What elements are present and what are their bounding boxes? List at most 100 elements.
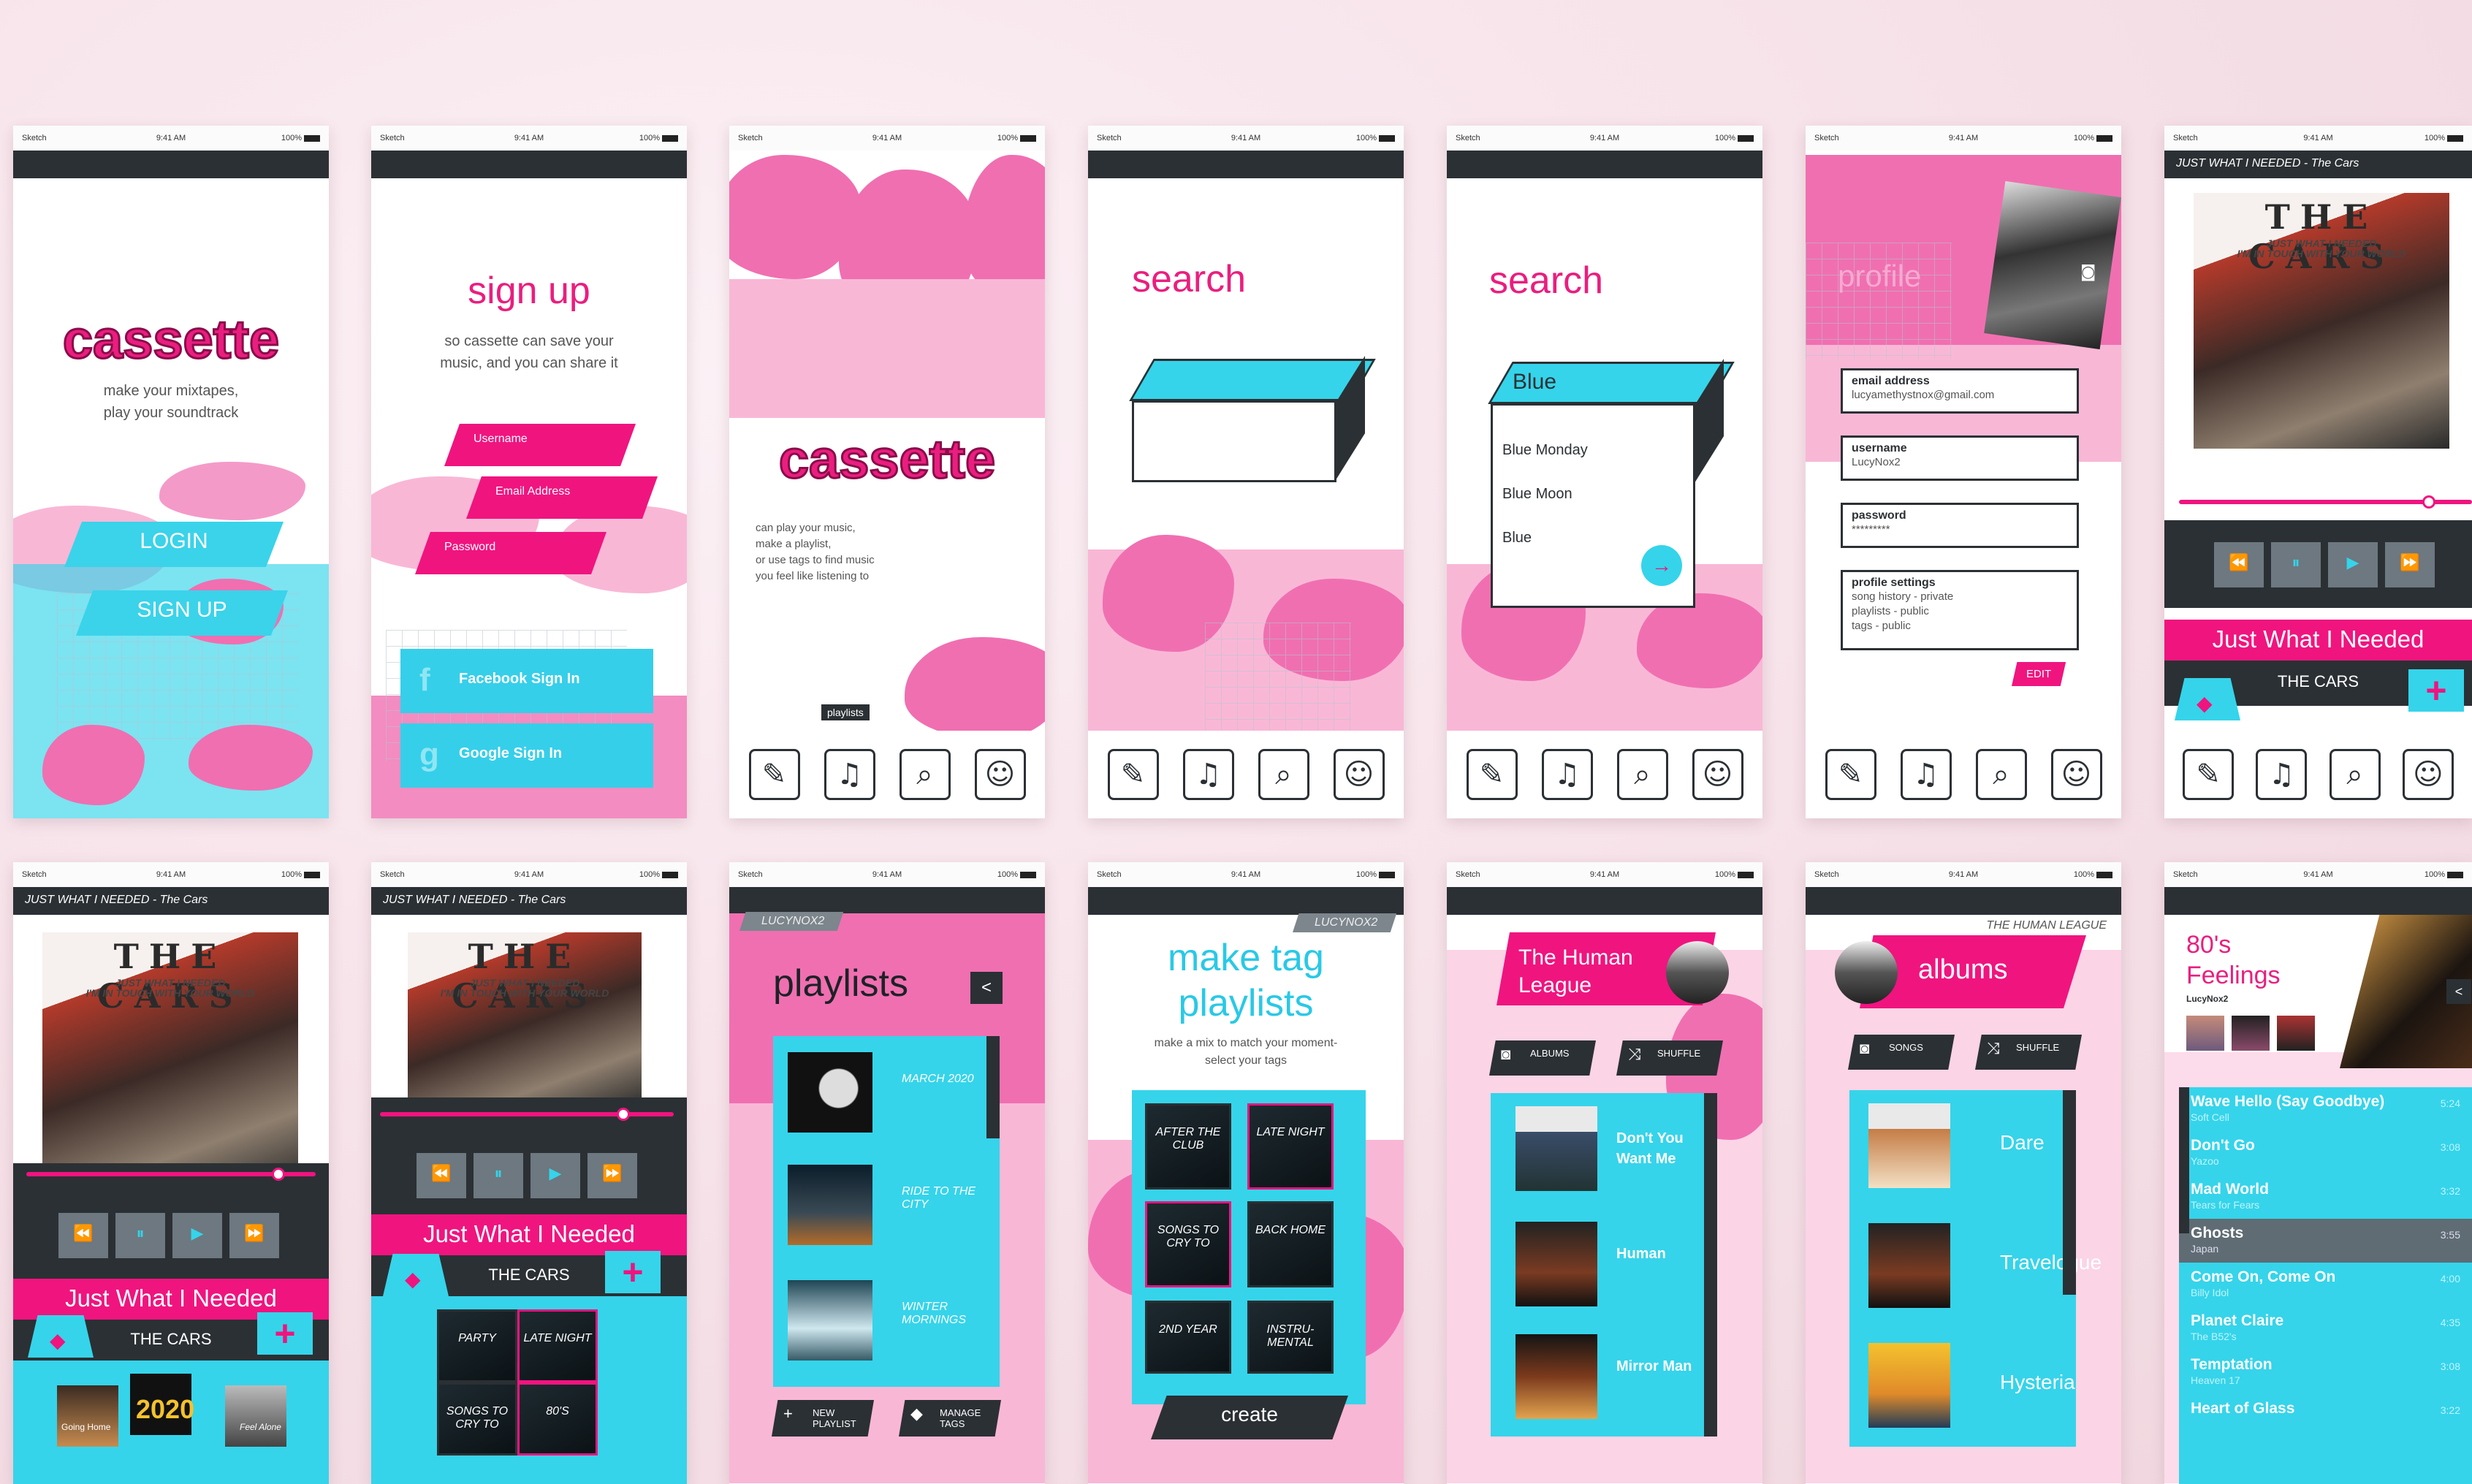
tag-button[interactable]: ◆ [383,1254,449,1296]
manage-tags-button[interactable]: ◆ MANAGE TAGS [899,1400,1001,1437]
google-signin-button[interactable]: g Google Sign In [400,723,653,788]
pause-button[interactable]: ⏸ [474,1153,523,1198]
tag-thumb[interactable]: 2020 [130,1374,194,1435]
playlist-icon[interactable]: ♫ [1900,749,1952,800]
email-field[interactable]: Email Address [466,476,658,519]
scrollbar[interactable] [2179,1087,2189,1233]
profile-icon[interactable]: ☺ [974,749,1026,800]
username-field[interactable]: username LucyNox2 [1841,435,2079,481]
track-row[interactable]: Come On, Come On Billy Idol 4:00 [2179,1263,2472,1306]
song-item[interactable]: Mirror Man [1491,1321,1717,1438]
share-icon[interactable]: < [2446,979,2471,1004]
tag-late-night[interactable]: LATE NIGHT [1247,1103,1334,1190]
scrollbar[interactable] [1704,1093,1717,1437]
login-button[interactable]: LOGIN [64,522,284,567]
tag-button[interactable]: ◆ [2175,678,2240,720]
tag-thumb[interactable]: Going Home [57,1385,118,1447]
tag-songs-to-cry-to[interactable]: SONGS TO CRY TO [437,1382,517,1456]
add-button[interactable]: + [605,1251,661,1293]
result-item[interactable]: Blue Moon [1502,472,1588,516]
search-icon[interactable]: ⌕ [1258,749,1309,800]
username-field[interactable]: Username [444,424,636,466]
song-item[interactable]: Don't You Want Me [1491,1093,1717,1210]
result-item[interactable]: Blue Monday [1502,428,1588,472]
search-query[interactable]: Blue [1513,370,1556,395]
search-icon[interactable]: ⌕ [1975,749,2027,800]
profile-icon[interactable]: ☺ [2050,749,2102,800]
track-row[interactable]: Mad World Tears for Fears 3:32 [2179,1175,2472,1219]
tag-button[interactable]: ◆ [28,1315,94,1358]
tag-late-night[interactable]: LATE NIGHT [517,1309,598,1382]
playlist-item[interactable]: MARCH 2020 [773,1046,1000,1137]
search-input[interactable] [1129,355,1376,482]
tag-icon[interactable]: ✎ [1825,749,1876,800]
profile-icon[interactable]: ☺ [1333,749,1385,800]
album-item[interactable]: Travelogue [1849,1210,2102,1327]
shuffle-button[interactable]: ⤨ SHUFFLE [1616,1040,1723,1076]
camera-icon[interactable]: ◙ [2080,263,2096,281]
play-button[interactable]: ▶ [530,1153,580,1198]
share-icon[interactable]: < [970,972,1003,1004]
albums-button[interactable]: ◙ ALBUMS [1489,1040,1596,1076]
album-item[interactable]: Dare [1849,1090,2076,1207]
tag-80s[interactable]: 80'S [517,1382,598,1456]
forward-button[interactable]: ⏩ [229,1213,279,1258]
tag-icon[interactable]: ✎ [748,749,800,800]
playlist-item[interactable]: WINTER MORNINGS [773,1274,1000,1365]
tag-party[interactable]: PARTY [437,1309,517,1382]
email-field[interactable]: email address lucyamethystnox@gmail.com [1841,368,2079,414]
pause-button[interactable]: ⏸ [115,1213,165,1258]
create-button[interactable]: create [1151,1396,1348,1439]
track-row[interactable]: Don't Go Yazoo 3:08 [2179,1131,2472,1175]
profile-settings[interactable]: profile settings song history - private pl… [1841,570,2079,650]
playlist-icon[interactable]: ♫ [824,749,875,800]
progress-knob[interactable] [2422,495,2435,509]
rewind-button[interactable]: ⏪ [417,1153,466,1198]
pause-button[interactable]: ⏸ [2271,542,2321,587]
profile-icon[interactable]: ☺ [1692,749,1743,800]
tag-after-the-club[interactable]: AFTER THE CLUB [1145,1103,1231,1190]
profile-icon[interactable]: ☺ [2402,749,2454,800]
shuffle-button[interactable]: ⤨ SHUFFLE [1975,1035,2082,1070]
track-row[interactable]: Temptation Heaven 17 3:08 [2179,1350,2472,1394]
play-button[interactable]: ▶ [172,1213,222,1258]
playlist-item[interactable]: RIDE TO THE CITY [773,1159,1000,1249]
forward-button[interactable]: ⏩ [2385,542,2435,587]
progress-knob[interactable] [617,1108,630,1121]
password-field[interactable]: Password [415,532,606,574]
search-icon[interactable]: ⌕ [899,749,951,800]
tag-instrumental[interactable]: INSTRU-MENTAL [1247,1301,1334,1374]
tag-icon[interactable]: ✎ [1107,749,1159,800]
track-row[interactable]: Wave Hello (Say Goodbye) Soft Cell 5:24 [2179,1087,2472,1131]
facebook-signin-button[interactable]: f Facebook Sign In [400,649,653,713]
track-row[interactable]: Heart of Glass 3:22 [2179,1394,2472,1438]
tag-icon[interactable]: ✎ [2183,749,2235,800]
add-button[interactable]: + [257,1312,313,1355]
songs-button[interactable]: ◙ SONGS [1848,1035,1955,1070]
signup-button[interactable]: SIGN UP [76,590,288,636]
tag-thumb[interactable]: Feel Alone [225,1385,286,1447]
scrollbar[interactable] [2063,1090,2076,1295]
search-icon[interactable]: ⌕ [1616,749,1668,800]
rewind-button[interactable]: ⏪ [2214,542,2264,587]
password-field[interactable]: password ********* [1841,503,2079,548]
album-item[interactable]: Hysteria [1849,1330,2076,1447]
tag-songs-to-cry-to[interactable]: SONGS TO CRY TO [1145,1201,1231,1287]
tag-2nd-year[interactable]: 2ND YEAR [1145,1301,1231,1374]
search-icon[interactable]: ⌕ [2329,749,2381,800]
track-row-selected[interactable]: Ghosts Japan 3:55 [2179,1219,2472,1263]
playlist-icon[interactable]: ♫ [1182,749,1234,800]
playlist-icon[interactable]: ♫ [2256,749,2308,800]
tag-back-home[interactable]: BACK HOME [1247,1201,1334,1287]
track-row[interactable]: Planet Claire The B52's 4:35 [2179,1306,2472,1350]
search-go-button[interactable]: → [1641,545,1682,586]
forward-button[interactable]: ⏩ [587,1153,637,1198]
add-button[interactable]: + [2408,669,2464,712]
scrollbar[interactable] [986,1036,1000,1138]
new-playlist-button[interactable]: + NEW PLAYLIST [772,1400,874,1437]
play-button[interactable]: ▶ [2328,542,2378,587]
playlist-icon[interactable]: ♫ [1541,749,1593,800]
progress-knob[interactable] [272,1168,285,1181]
tag-icon[interactable]: ✎ [1466,749,1518,800]
rewind-button[interactable]: ⏪ [58,1213,108,1258]
